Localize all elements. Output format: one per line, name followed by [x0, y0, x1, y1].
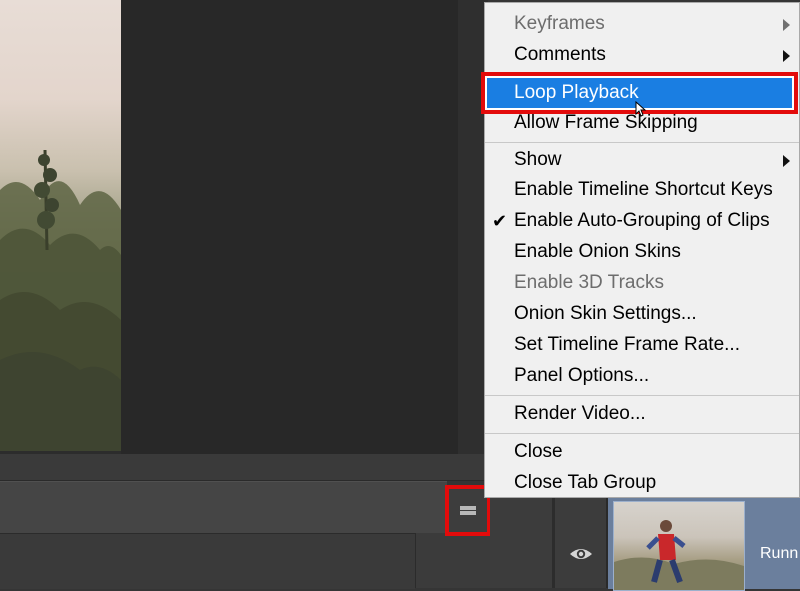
menu-item-onion-skin-settings[interactable]: Onion Skin Settings... [485, 299, 799, 329]
hamburger-menu-icon [460, 505, 476, 516]
foliage-graphic [0, 149, 121, 451]
timeline-panel-menu: Keyframes Comments Loop Playback Allow F… [481, 2, 800, 498]
menu-separator [485, 395, 799, 396]
timeline-header [0, 454, 488, 481]
canvas-area [121, 0, 458, 454]
runner-thumbnail-image [614, 520, 744, 590]
menu-item-comments[interactable]: Comments [485, 40, 799, 70]
video-clip[interactable]: Runn [608, 497, 800, 591]
menu-item-close-tab-group[interactable]: Close Tab Group [485, 468, 799, 498]
menu-item-set-timeline-frame-rate[interactable]: Set Timeline Frame Rate... [485, 330, 799, 360]
track-divider [552, 497, 555, 588]
menu-item-enable-onion-skins[interactable]: Enable Onion Skins [485, 237, 799, 267]
menu-item-enable-auto-grouping[interactable]: ✔ Enable Auto-Grouping of Clips [485, 206, 799, 236]
checkmark-icon: ✔ [492, 211, 508, 231]
menu-item-keyframes[interactable]: Keyframes [485, 9, 799, 39]
timeline-track-row-end [415, 533, 491, 588]
menu-item-enable-3d-tracks[interactable]: Enable 3D Tracks [485, 268, 799, 298]
background-photo [0, 0, 121, 451]
menu-separator [485, 142, 799, 143]
menu-item-close[interactable]: Close [485, 437, 799, 467]
menu-item-render-video[interactable]: Render Video... [485, 399, 799, 429]
menu-item-label: Loop Playback [514, 82, 639, 103]
mouse-cursor-icon [635, 101, 647, 117]
menu-separator [485, 433, 799, 434]
submenu-arrow-icon [783, 155, 790, 167]
menu-item-enable-timeline-shortcut-keys[interactable]: Enable Timeline Shortcut Keys [485, 175, 799, 205]
timeline-controls-bar [0, 481, 447, 534]
eye-icon[interactable] [568, 543, 594, 565]
clip-label: Runn [760, 545, 799, 562]
clip-thumbnail [613, 501, 745, 591]
menu-item-show[interactable]: Show [485, 145, 799, 175]
submenu-arrow-icon [783, 50, 790, 62]
submenu-arrow-icon [783, 19, 790, 31]
menu-item-panel-options[interactable]: Panel Options... [485, 361, 799, 391]
timeline-track-row [0, 533, 415, 589]
